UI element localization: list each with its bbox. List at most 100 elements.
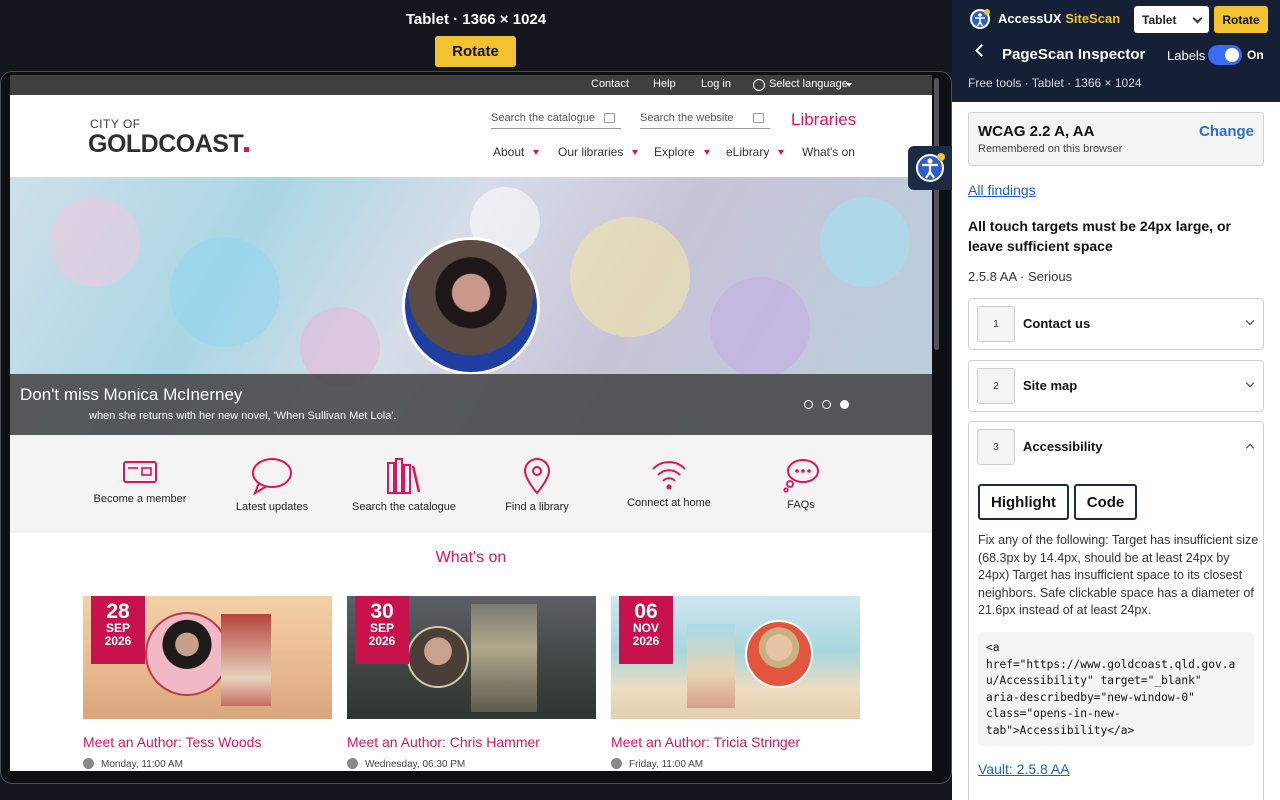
event-card[interactable]: 30 SEP 2026 Meet an Author: Chris Hammer… <box>347 596 596 770</box>
tablet-viewport: Contact Help Log in Select language CITY… <box>10 75 932 771</box>
event-card[interactable]: 06 NOV 2026 Meet an Author: Tricia Strin… <box>611 596 860 770</box>
bokeh-light <box>50 197 140 287</box>
quick-link-latest-updates[interactable]: Latest updates <box>212 457 332 513</box>
chevron-down-icon <box>846 83 852 87</box>
site-logo[interactable]: GOLDCOAST <box>88 130 250 159</box>
change-standard-button[interactable]: Change <box>1199 123 1254 140</box>
accessibility-person-icon <box>916 153 945 182</box>
hero-caption: Don't miss Monica McInerney when she ret… <box>10 374 932 435</box>
back-icon[interactable] <box>975 44 988 57</box>
quick-link-find-library[interactable]: Find a library <box>477 457 597 513</box>
quick-link-connect-home[interactable]: Connect at home <box>609 457 729 509</box>
device-select[interactable]: Tablet <box>1134 6 1209 33</box>
event-date-badge: 28 SEP 2026 <box>91 596 145 664</box>
search-catalogue-placeholder: Search the catalogue <box>491 112 595 124</box>
quick-link-faqs[interactable]: FAQs <box>741 457 861 511</box>
membership-card-icon <box>123 461 157 483</box>
accessibility-widget-button[interactable] <box>908 146 952 190</box>
event-title[interactable]: Meet an Author: Tricia Stringer <box>611 734 860 750</box>
toggle-knob <box>1225 48 1239 62</box>
finding-number: 1 <box>977 306 1015 342</box>
event-day: 06 <box>634 600 658 623</box>
quick-link-label: FAQs <box>787 499 815 511</box>
nav-our-libraries-label: Our libraries <box>558 145 624 159</box>
event-day: 30 <box>370 600 394 623</box>
page-scrollbar[interactable] <box>934 78 939 350</box>
panel-header: AccessUX SiteScan Tablet Rotate PageScan… <box>952 0 1280 102</box>
toggle-state: On <box>1247 48 1264 62</box>
book-cover <box>687 624 735 708</box>
rule-title: All touch targets must be 24px large, or… <box>968 218 1231 254</box>
map-pin-icon <box>523 458 551 495</box>
nav-elibrary[interactable]: eLibrary <box>726 145 785 159</box>
author-photo <box>407 626 469 688</box>
event-title[interactable]: Meet an Author: Chris Hammer <box>347 734 596 750</box>
quick-links: Become a member Latest updates Search th… <box>10 435 932 533</box>
fix-description: Fix any of the following: Target has ins… <box>978 533 1259 617</box>
caret-down-icon <box>703 150 710 155</box>
quick-link-become-member[interactable]: Become a member <box>80 457 200 505</box>
finding-label: Accessibility <box>1023 439 1103 454</box>
bokeh-light <box>820 197 910 287</box>
quick-link-label: Find a library <box>505 501 569 513</box>
language-select[interactable]: Select language <box>769 78 848 90</box>
caret-down-icon <box>533 150 540 155</box>
carousel-dot-3-active[interactable] <box>840 400 849 409</box>
nav-about-label: About <box>493 145 525 159</box>
speech-bubble-icon <box>252 458 292 495</box>
quick-link-label: Search the catalogue <box>352 501 456 513</box>
finding-item-contact-us[interactable]: 1 Contact us <box>968 298 1264 350</box>
standard-subtitle: Remembered on this browser <box>978 143 1123 155</box>
event-image: 28 SEP 2026 <box>83 596 332 719</box>
hero-subtitle: when she returns with her new novel, 'Wh… <box>89 410 397 422</box>
bokeh-light <box>570 217 690 337</box>
author-photo <box>145 612 229 696</box>
event-card[interactable]: 28 SEP 2026 Meet an Author: Tess Woods M… <box>83 596 332 770</box>
whats-on-heading: What's on <box>435 549 507 566</box>
event-title[interactable]: Meet an Author: Tess Woods <box>83 734 332 750</box>
nav-elibrary-label: eLibrary <box>726 145 770 159</box>
book-cover <box>471 604 537 712</box>
panel-rotate-button[interactable]: Rotate <box>1214 6 1268 33</box>
device-bar: Tablet · 1366 × 1024 Rotate <box>0 0 952 72</box>
nav-explore[interactable]: Explore <box>654 145 710 159</box>
search-website-input[interactable]: Search the website <box>640 112 770 129</box>
nav-about[interactable]: About <box>493 145 540 159</box>
finding-label: Contact us <box>1023 316 1091 331</box>
all-findings-link[interactable]: All findings <box>968 182 1036 198</box>
util-link-help[interactable]: Help <box>653 78 676 90</box>
logo-dot <box>244 147 250 152</box>
device-title: Tablet · 1366 × 1024 <box>405 11 547 28</box>
brand-sitescan: SiteScan <box>1065 11 1121 26</box>
event-year: 2026 <box>104 634 132 648</box>
event-time: Wednesday, 06:30 PM <box>347 758 596 770</box>
section-title: Libraries <box>791 110 857 129</box>
highlight-button[interactable]: Highlight <box>978 484 1069 520</box>
nav-whats-on[interactable]: What's on <box>802 145 855 159</box>
util-link-contact[interactable]: Contact <box>591 78 629 90</box>
rotate-button[interactable]: Rotate <box>435 36 516 67</box>
carousel-dot-2[interactable] <box>822 400 831 409</box>
logo-line1: CITY OF <box>90 117 141 131</box>
labels-toggle[interactable] <box>1208 45 1242 65</box>
vault-link[interactable]: Vault: 2.5.8 AA <box>978 761 1070 777</box>
panel-meta: Free tools · Tablet · 1366 × 1024 <box>968 76 1142 90</box>
util-link-login[interactable]: Log in <box>701 78 731 90</box>
code-button[interactable]: Code <box>1074 484 1137 520</box>
thought-bubble-icon <box>783 459 819 493</box>
carousel-dot-1[interactable] <box>804 400 813 409</box>
app-logo-icon <box>970 9 990 29</box>
event-image: 30 SEP 2026 <box>347 596 596 719</box>
bokeh-light <box>170 237 280 347</box>
chevron-down-icon <box>1245 316 1255 326</box>
chevron-up-icon <box>1245 443 1255 453</box>
monitor-icon <box>753 113 764 123</box>
quick-link-label: Become a member <box>93 493 187 505</box>
quick-link-search-catalogue[interactable]: Search the catalogue <box>344 457 464 513</box>
search-catalogue-input[interactable]: Search the catalogue <box>491 112 621 129</box>
nav-our-libraries[interactable]: Our libraries <box>558 145 639 159</box>
book-icon <box>604 113 615 123</box>
quick-link-label: Connect at home <box>627 497 711 509</box>
finding-item-site-map[interactable]: 2 Site map <box>968 360 1264 412</box>
event-image: 06 NOV 2026 <box>611 596 860 719</box>
